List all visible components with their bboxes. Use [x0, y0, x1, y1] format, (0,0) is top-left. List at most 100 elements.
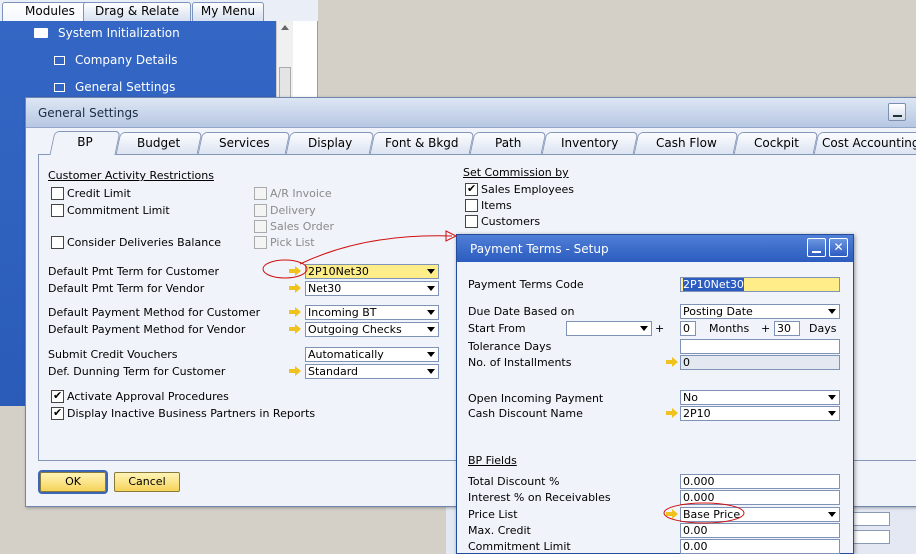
sales-employees-checkbox[interactable] — [465, 182, 478, 196]
credit-vouchers-select[interactable]: Automatically — [305, 347, 439, 362]
consider-deliveries-checkbox[interactable] — [51, 236, 64, 249]
link-arrow-icon[interactable] — [289, 366, 301, 376]
due-date-label: Due Date Based on — [468, 305, 575, 318]
customer-activity-heading: Customer Activity Restrictions — [48, 169, 214, 182]
tab-services[interactable]: Services — [197, 132, 291, 154]
tab-cockpit[interactable]: Cockpit — [733, 132, 819, 154]
tolerance-days-label: Tolerance Days — [468, 340, 552, 353]
commission-heading: Set Commission by — [463, 166, 569, 179]
items-checkbox[interactable] — [465, 199, 478, 212]
plus-sign: + — [655, 322, 665, 335]
due-date-select[interactable]: Posting Date — [680, 304, 840, 319]
commitment-limit-input[interactable]: 0.00 — [680, 539, 840, 554]
items-label: Items — [481, 199, 512, 212]
days-input[interactable]: 30 — [774, 321, 800, 336]
activate-approval-checkbox[interactable] — [51, 389, 64, 403]
sales-order-label: Sales Order — [270, 220, 335, 233]
delivery-label: Delivery — [270, 204, 316, 217]
link-arrow-icon[interactable] — [289, 283, 301, 293]
link-arrow-icon[interactable] — [289, 266, 301, 276]
sales-order-checkbox[interactable] — [254, 220, 267, 233]
form-icon — [54, 83, 65, 92]
days-label: Days — [809, 322, 837, 335]
menu-item-company-details[interactable]: Company Details — [54, 53, 178, 67]
pay-method-vendor-label: Default Payment Method for Vendor — [48, 323, 246, 336]
link-arrow-icon[interactable] — [666, 357, 678, 367]
close-icon[interactable]: ✕ — [829, 238, 848, 257]
tolerance-days-input[interactable] — [680, 339, 840, 354]
open-incoming-select[interactable]: No — [680, 390, 840, 405]
main-menu-tabs: Modules Drag & Relate My Menu — [0, 0, 318, 21]
tab-budget[interactable]: Budget — [115, 132, 203, 154]
scroll-up-icon[interactable] — [281, 25, 289, 30]
scroll-thumb[interactable] — [279, 67, 291, 99]
customers-label: Customers — [481, 215, 541, 228]
link-arrow-icon[interactable] — [666, 408, 678, 418]
link-arrow-icon[interactable] — [666, 509, 678, 519]
ok-button[interactable]: OK — [38, 470, 108, 494]
payment-terms-code-label: Payment Terms Code — [468, 278, 584, 291]
installments-label: No. of Installments — [468, 356, 572, 369]
folder-open-icon — [34, 28, 48, 38]
pay-method-customer-select[interactable]: Incoming BT — [305, 305, 439, 320]
pick-list-label: Pick List — [270, 236, 315, 249]
general-settings-titlebar[interactable]: General Settings — [26, 98, 916, 128]
link-arrow-icon[interactable] — [289, 324, 301, 334]
total-discount-input[interactable]: 0.000 — [680, 474, 840, 489]
interest-input[interactable]: 0.000 — [680, 490, 840, 505]
payment-terms-code-input[interactable]: 2P10Net30 — [680, 277, 840, 292]
pmt-term-vendor-select[interactable]: Net30 — [305, 281, 439, 296]
tab-display[interactable]: Display — [285, 132, 375, 154]
pmt-term-customer-label: Default Pmt Term for Customer — [48, 265, 220, 278]
dunning-term-select[interactable]: Standard — [305, 364, 439, 379]
menu-item-general-settings[interactable]: General Settings — [54, 80, 175, 94]
commitment-limit-label: Commitment Limit — [67, 204, 170, 217]
menu-item-system-initialization[interactable]: System Initialization — [34, 26, 180, 40]
tab-bp[interactable]: BP — [49, 131, 121, 155]
cash-discount-label: Cash Discount Name — [468, 407, 583, 420]
ar-invoice-label: A/R Invoice — [270, 187, 332, 200]
total-discount-label: Total Discount % — [468, 475, 560, 488]
display-inactive-label: Display Inactive Business Partners in Re… — [67, 407, 316, 420]
minimize-icon[interactable] — [807, 238, 826, 257]
credit-limit-label: Credit Limit — [67, 187, 131, 200]
tab-inventory[interactable]: Inventory — [541, 132, 639, 154]
interest-label: Interest % on Receivables — [468, 491, 611, 504]
price-list-label: Price List — [468, 508, 518, 521]
credit-limit-checkbox[interactable] — [51, 187, 64, 200]
cash-discount-select[interactable]: 2P10 — [680, 406, 840, 421]
pmt-term-vendor-label: Default Pmt Term for Vendor — [48, 282, 205, 295]
tab-drag-relate[interactable]: Drag & Relate — [83, 2, 191, 21]
months-input[interactable]: 0 — [680, 321, 696, 336]
selected-text: 2P10Net30 — [683, 278, 744, 291]
tab-my-menu[interactable]: My Menu — [192, 2, 264, 21]
max-credit-input[interactable]: 0.00 — [680, 523, 840, 538]
price-list-select[interactable]: Base Price — [680, 507, 840, 522]
plus-sign: + — [761, 322, 771, 335]
link-arrow-icon[interactable] — [289, 307, 301, 317]
commitment-limit-checkbox[interactable] — [51, 204, 64, 217]
cancel-button[interactable]: Cancel — [114, 472, 180, 492]
minimize-icon[interactable] — [888, 103, 906, 121]
credit-vouchers-label: Submit Credit Vouchers — [48, 348, 178, 361]
tab-cost-accounting[interactable]: Cost Accounting — [813, 132, 916, 154]
pmt-term-customer-select[interactable]: 2P10Net30 — [305, 264, 439, 279]
tab-path[interactable]: Path — [469, 132, 547, 154]
tab-cash-flow[interactable]: Cash Flow — [633, 132, 739, 154]
menu-scrollbar[interactable] — [276, 21, 293, 99]
bp-fields-heading: BP Fields — [468, 454, 517, 467]
ar-invoice-checkbox[interactable] — [254, 187, 267, 200]
start-from-select[interactable] — [566, 321, 652, 336]
open-incoming-label: Open Incoming Payment — [468, 392, 604, 405]
payment-terms-titlebar[interactable]: Payment Terms - Setup ✕ — [457, 235, 853, 262]
installments-input[interactable]: 0 — [680, 355, 840, 370]
start-from-label: Start From — [468, 322, 526, 335]
tab-font-bkgd[interactable]: Font & Bkgd — [369, 132, 475, 154]
customers-checkbox[interactable] — [465, 215, 478, 228]
display-inactive-checkbox[interactable] — [51, 406, 64, 420]
pay-method-vendor-select[interactable]: Outgoing Checks — [305, 322, 439, 337]
months-label: Months — [709, 322, 750, 335]
pick-list-checkbox[interactable] — [254, 236, 267, 249]
delivery-checkbox[interactable] — [254, 204, 267, 217]
activate-approval-label: Activate Approval Procedures — [67, 390, 229, 403]
